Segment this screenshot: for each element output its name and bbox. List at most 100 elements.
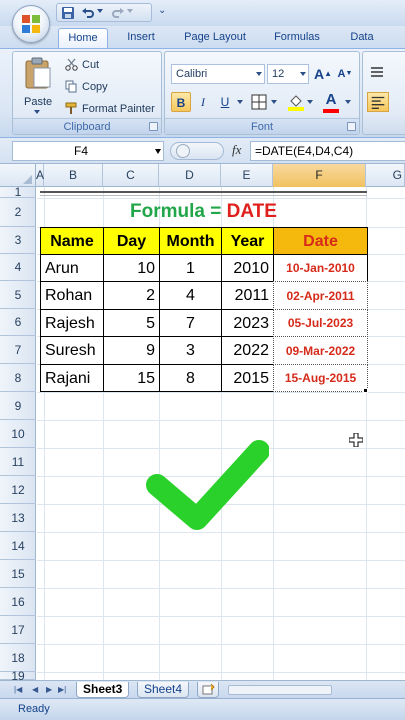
row-header-8[interactable]: 8 — [0, 364, 36, 392]
bold-button[interactable]: B — [171, 92, 191, 112]
horizontal-scrollbar[interactable] — [228, 685, 332, 695]
underline-button[interactable]: U — [215, 92, 235, 112]
insert-function-icon[interactable]: fx — [232, 142, 241, 158]
row-header-3[interactable]: 3 — [0, 227, 36, 254]
row-header-7[interactable]: 7 — [0, 336, 36, 364]
cell-name[interactable]: Rohan — [40, 281, 104, 310]
paste-icon[interactable] — [23, 56, 53, 90]
next-sheet-icon[interactable]: ▶ — [46, 685, 52, 694]
borders-icon[interactable] — [251, 94, 267, 110]
row-header-10[interactable]: 10 — [0, 420, 36, 448]
cell-day[interactable]: 2 — [103, 281, 160, 310]
cell-month[interactable]: 4 — [159, 281, 222, 310]
font-name-combo[interactable]: Calibri — [171, 64, 265, 84]
undo-icon[interactable] — [81, 6, 95, 20]
cell-date[interactable]: 15-Aug-2015 — [273, 364, 368, 392]
header-day[interactable]: Day — [103, 227, 160, 255]
column-header-c[interactable]: C — [103, 164, 159, 187]
tab-page-layout[interactable]: Page Layout — [176, 28, 254, 48]
row-header-15[interactable]: 15 — [0, 560, 36, 588]
italic-button[interactable]: I — [193, 92, 213, 112]
row-header-6[interactable]: 6 — [0, 309, 36, 336]
paste-dropdown-icon[interactable] — [34, 110, 40, 114]
font-color-button[interactable]: A — [321, 90, 341, 110]
row-header-18[interactable]: 18 — [0, 644, 36, 672]
paste-button[interactable]: Paste — [24, 94, 52, 110]
formula-input[interactable]: =DATE(E4,D4,C4) — [250, 141, 405, 161]
office-button[interactable] — [12, 5, 50, 43]
row-header-1[interactable]: 1 — [0, 186, 36, 198]
borders-dropdown-icon[interactable] — [271, 100, 277, 104]
shrink-font-button[interactable]: A▼ — [335, 64, 355, 84]
align-top-icon[interactable] — [367, 64, 387, 82]
row-header-2[interactable]: 2 — [0, 198, 36, 227]
row-header-12[interactable]: 12 — [0, 476, 36, 504]
name-box[interactable]: F4 — [12, 141, 164, 161]
cut-button[interactable]: Cut — [82, 57, 99, 73]
font-color-dropdown-icon[interactable] — [345, 100, 351, 104]
fill-color-icon[interactable] — [287, 93, 305, 111]
worksheet-grid[interactable]: Formula = DATE Name Day Month Year Date Arun 1… — [37, 187, 405, 680]
clipboard-dialog-launcher[interactable] — [149, 122, 158, 131]
font-size-dropdown-icon[interactable] — [300, 72, 306, 76]
redo-icon[interactable] — [111, 6, 125, 20]
row-header-13[interactable]: 13 — [0, 504, 36, 532]
last-sheet-icon[interactable]: ▶| — [58, 685, 66, 694]
cell-year[interactable]: 2015 — [221, 364, 274, 392]
cell-year[interactable]: 2010 — [221, 254, 274, 282]
previous-sheet-icon[interactable]: ◀ — [32, 685, 38, 694]
cell-date[interactable]: 02-Apr-2011 — [273, 281, 368, 310]
redo-dropdown-icon[interactable] — [127, 9, 133, 13]
select-all-corner[interactable] — [0, 164, 36, 187]
cell-day[interactable]: 5 — [103, 309, 160, 337]
row-header-4[interactable]: 4 — [0, 254, 36, 281]
row-header-11[interactable]: 11 — [0, 448, 36, 476]
cell-name[interactable]: Suresh — [40, 336, 104, 365]
header-year[interactable]: Year — [221, 227, 274, 255]
cell-year[interactable]: 2011 — [221, 281, 274, 310]
copy-button[interactable]: Copy — [82, 79, 108, 95]
cell-month[interactable]: 7 — [159, 309, 222, 337]
fill-color-dropdown-icon[interactable] — [307, 100, 313, 104]
column-header-f[interactable]: F — [273, 164, 366, 187]
column-header-e[interactable]: E — [221, 164, 273, 187]
undo-dropdown-icon[interactable] — [97, 9, 103, 13]
tab-formulas[interactable]: Formulas — [264, 28, 330, 48]
cell-day[interactable]: 10 — [103, 254, 160, 282]
sheet-tab-sheet3[interactable]: Sheet3 — [76, 682, 130, 698]
column-header-a[interactable]: A — [36, 164, 44, 187]
font-size-combo[interactable]: 12 — [267, 64, 309, 84]
formula-bar-splitter[interactable] — [170, 142, 224, 160]
underline-dropdown-icon[interactable] — [237, 100, 243, 104]
cell-name[interactable]: Rajani — [40, 364, 104, 392]
tab-data[interactable]: Data — [340, 28, 384, 48]
sheet-tab-sheet4[interactable]: Sheet4 — [137, 682, 190, 698]
align-left-icon[interactable] — [367, 92, 389, 112]
cancel-entry-icon[interactable] — [176, 144, 190, 158]
column-header-d[interactable]: D — [159, 164, 221, 187]
header-month[interactable]: Month — [159, 227, 222, 255]
header-name[interactable]: Name — [40, 227, 104, 255]
row-header-9[interactable]: 9 — [0, 392, 36, 420]
customize-qat-icon[interactable]: ⌄ — [158, 5, 166, 16]
column-header-g[interactable]: G — [366, 164, 405, 187]
tab-home[interactable]: Home — [58, 28, 108, 48]
grow-font-button[interactable]: A▲ — [313, 64, 333, 84]
fill-handle[interactable] — [363, 388, 368, 393]
insert-sheet-button[interactable] — [197, 682, 219, 698]
row-header-19[interactable]: 19 — [0, 670, 36, 682]
column-header-b[interactable]: B — [44, 164, 103, 187]
cell-month[interactable]: 1 — [159, 254, 222, 282]
font-name-dropdown-icon[interactable] — [256, 72, 262, 76]
cell-name[interactable]: Rajesh — [40, 309, 104, 337]
cell-month[interactable]: 3 — [159, 336, 222, 365]
cell-year[interactable]: 2023 — [221, 309, 274, 337]
row-header-16[interactable]: 16 — [0, 588, 36, 616]
cell-day[interactable]: 9 — [103, 336, 160, 365]
format-painter-button[interactable]: Format Painter — [82, 101, 155, 117]
font-dialog-launcher[interactable] — [347, 122, 356, 131]
cell-date[interactable]: 09-Mar-2022 — [273, 336, 368, 365]
header-date[interactable]: Date — [273, 227, 368, 255]
cell-day[interactable]: 15 — [103, 364, 160, 392]
cell-month[interactable]: 8 — [159, 364, 222, 392]
